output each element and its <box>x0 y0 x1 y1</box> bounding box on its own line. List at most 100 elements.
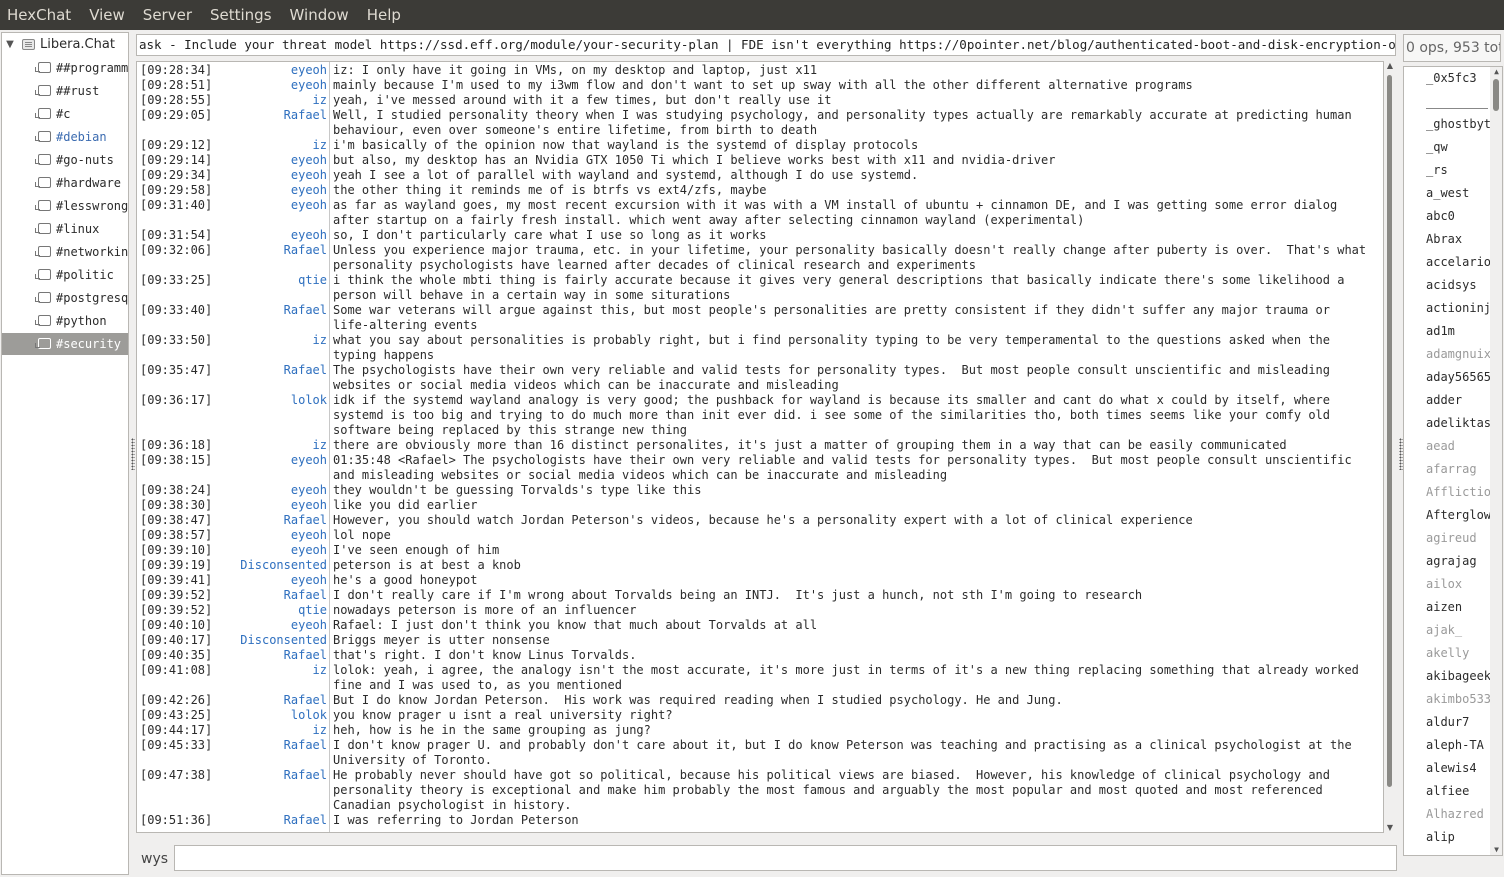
chat-log[interactable]: [09:28:34] eyeoh iz: I only have it going … <box>136 61 1384 833</box>
tree-item-channel[interactable]: #networkin <box>2 241 128 263</box>
message-input[interactable] <box>174 845 1397 871</box>
userlist-scroll-thumb[interactable] <box>1493 79 1499 111</box>
user-list-item[interactable]: ajak_ <box>1426 619 1462 642</box>
nick-label[interactable]: Disconsented <box>209 633 327 648</box>
user-list-item[interactable]: Alhazred <box>1426 803 1484 826</box>
tree-item-channel[interactable]: #linux <box>2 218 128 240</box>
nick-label[interactable]: Rafael <box>209 648 327 663</box>
user-list-item[interactable]: accelario <box>1426 251 1491 274</box>
user-list-item[interactable]: _0x5fc3 <box>1426 67 1477 90</box>
user-list-item[interactable]: acidsys <box>1426 274 1477 297</box>
user-list-item[interactable]: aead <box>1426 435 1455 458</box>
user-list-item[interactable]: abc0 <box>1426 205 1455 228</box>
nick-label[interactable]: eyeoh <box>209 63 327 78</box>
tree-item-channel[interactable]: #lesswrong <box>2 195 128 217</box>
nick-label[interactable]: Rafael <box>209 243 327 258</box>
user-list-item[interactable]: adder <box>1426 389 1462 412</box>
chat-scrollbar[interactable]: ▲ ▼ <box>1384 61 1396 833</box>
nick-label[interactable]: eyeoh <box>209 153 327 168</box>
nick-label[interactable]: eyeoh <box>209 453 327 468</box>
user-list-item[interactable]: ad1m <box>1426 320 1455 343</box>
tree-item-channel[interactable]: ##rust <box>2 80 128 102</box>
nick-label[interactable]: qtie <box>209 273 327 288</box>
nick-label[interactable]: Disconsented <box>209 558 327 573</box>
menu-settings[interactable]: Settings <box>202 0 282 30</box>
tree-item-channel[interactable]: #debian <box>2 126 128 148</box>
user-list-item[interactable]: alfiee <box>1426 780 1469 803</box>
nick-label[interactable]: iz <box>209 93 327 108</box>
nick-label[interactable]: Rafael <box>209 303 327 318</box>
user-list-item[interactable]: akibageek <box>1426 665 1491 688</box>
tree-item-channel[interactable]: #python <box>2 310 128 332</box>
nick-label[interactable]: iz <box>209 138 327 153</box>
nick-button[interactable]: wys <box>141 851 168 867</box>
nick-label[interactable]: eyeoh <box>209 198 327 213</box>
tree-item-server[interactable]: ▼ Libera.Chat <box>2 34 128 56</box>
menu-server[interactable]: Server <box>135 0 202 30</box>
user-list-item[interactable]: a_west <box>1426 182 1469 205</box>
nick-label[interactable]: Rafael <box>209 813 327 828</box>
menu-help[interactable]: Help <box>359 0 411 30</box>
user-list-item[interactable]: aizen <box>1426 596 1462 619</box>
user-list-item[interactable]: akimbo533 <box>1426 688 1491 711</box>
user-list-item[interactable]: aleph-TA <box>1426 734 1484 757</box>
user-list-item[interactable]: alip <box>1426 826 1455 849</box>
user-list-item[interactable]: _ghostbyt <box>1426 113 1491 136</box>
menu-window[interactable]: Window <box>282 0 359 30</box>
tree-item-channel[interactable]: #security <box>2 333 128 355</box>
user-list-item[interactable]: ailox <box>1426 573 1462 596</box>
tree-item-channel[interactable]: #go-nuts <box>2 149 128 171</box>
nick-label[interactable]: eyeoh <box>209 528 327 543</box>
user-list-item[interactable]: adamgnuix <box>1426 343 1491 366</box>
nick-label[interactable]: Rafael <box>209 108 327 123</box>
tree-item-channel[interactable]: #c <box>2 103 128 125</box>
nick-label[interactable]: qtie <box>209 603 327 618</box>
user-list-item[interactable]: Afterglow <box>1426 504 1491 527</box>
user-list-item[interactable]: agireud <box>1426 527 1477 550</box>
nick-label[interactable]: eyeoh <box>209 483 327 498</box>
topic-bar[interactable]: ask - Include your threat model https://… <box>136 34 1396 56</box>
user-list-item[interactable]: Afflictio <box>1426 481 1491 504</box>
nick-label[interactable]: eyeoh <box>209 228 327 243</box>
nick-label[interactable]: eyeoh <box>209 183 327 198</box>
scroll-up-icon[interactable]: ▲ <box>1385 61 1395 71</box>
nick-label[interactable]: iz <box>209 438 327 453</box>
channel-tree[interactable]: ▼ Libera.Chat ##programm ##rust #c #debian #… <box>1 32 129 875</box>
nick-label[interactable]: Rafael <box>209 738 327 753</box>
nick-label[interactable]: eyeoh <box>209 543 327 558</box>
pane-resize-handle-left[interactable] <box>131 438 135 470</box>
nick-label[interactable]: eyeoh <box>209 78 327 93</box>
user-list[interactable]: _0x5fc3 _ghostbyt _qw _rs a_west abc0 Abrax acc… <box>1403 66 1503 856</box>
nick-label[interactable]: eyeoh <box>209 618 327 633</box>
nick-label[interactable]: Rafael <box>209 363 327 378</box>
nick-label[interactable]: lolok <box>209 708 327 723</box>
user-list-item[interactable]: aday56565 <box>1426 366 1491 389</box>
user-list-item[interactable]: agrajag <box>1426 550 1477 573</box>
expander-down-icon[interactable]: ▼ <box>4 34 16 56</box>
nick-label[interactable]: lolok <box>209 393 327 408</box>
nick-label[interactable]: eyeoh <box>209 168 327 183</box>
nick-label[interactable]: eyeoh <box>209 573 327 588</box>
user-list-item[interactable]: afarrag <box>1426 458 1477 481</box>
user-list-item[interactable]: Abrax <box>1426 228 1462 251</box>
user-list-item[interactable]: _rs <box>1426 159 1448 182</box>
menu-view[interactable]: View <box>81 0 135 30</box>
user-list-item[interactable]: actioninj <box>1426 297 1491 320</box>
chat-scroll-thumb[interactable] <box>1387 75 1392 787</box>
user-list-item[interactable]: adeliktas <box>1426 412 1491 435</box>
scroll-down-icon[interactable]: ▼ <box>1491 845 1502 855</box>
scroll-up-icon[interactable]: ▲ <box>1491 67 1502 77</box>
scroll-down-icon[interactable]: ▼ <box>1385 823 1395 833</box>
menu-hexchat[interactable]: HexChat <box>0 0 81 30</box>
nick-label[interactable]: iz <box>209 723 327 738</box>
userlist-scrollbar[interactable]: ▲ ▼ <box>1490 67 1502 855</box>
tree-item-channel[interactable]: #postgresq <box>2 287 128 309</box>
tree-item-channel[interactable]: ##programm <box>2 57 128 79</box>
nick-label[interactable]: Rafael <box>209 693 327 708</box>
nick-label[interactable]: Rafael <box>209 768 327 783</box>
tree-item-channel[interactable]: #politic <box>2 264 128 286</box>
user-list-item[interactable]: aldur7 <box>1426 711 1469 734</box>
user-list-item[interactable]: akelly <box>1426 642 1469 665</box>
tree-item-channel[interactable]: #hardware <box>2 172 128 194</box>
nick-label[interactable]: iz <box>209 333 327 348</box>
